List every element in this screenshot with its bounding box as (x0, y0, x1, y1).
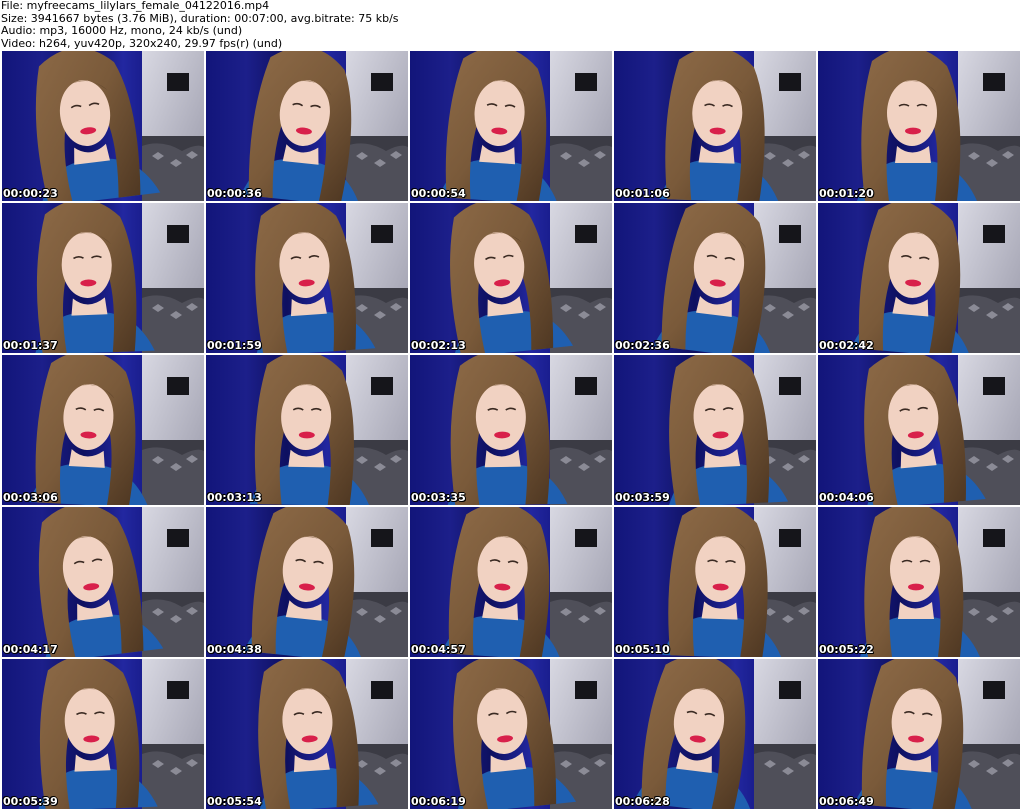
frame-image (410, 659, 612, 809)
video-thumbnail: 00:06:49 (818, 659, 1020, 809)
timestamp-label: 00:05:39 (3, 795, 58, 808)
timestamp-label: 00:03:06 (3, 491, 58, 504)
timestamp-label: 00:04:38 (207, 643, 262, 656)
timestamp-label: 00:04:57 (411, 643, 466, 656)
file-line: File: myfreecams_lilylars_female_0412201… (1, 0, 270, 12)
timestamp-label: 00:00:54 (411, 187, 466, 200)
timestamp-label: 00:05:22 (819, 643, 874, 656)
video-thumbnail: 00:04:57 (410, 507, 612, 657)
video-thumbnail: 00:02:42 (818, 203, 1020, 353)
video-thumbnail: 00:05:10 (614, 507, 816, 657)
frame-image (614, 51, 816, 201)
frame-image (2, 355, 204, 505)
frame-image (2, 507, 204, 657)
video-thumbnail: 00:03:06 (2, 355, 204, 505)
timestamp-label: 00:01:37 (3, 339, 58, 352)
frame-image (206, 51, 408, 201)
frame-image (206, 507, 408, 657)
timestamp-label: 00:00:23 (3, 187, 58, 200)
timestamp-label: 00:05:54 (207, 795, 262, 808)
frame-image (410, 355, 612, 505)
frame-image (410, 507, 612, 657)
timestamp-label: 00:01:20 (819, 187, 874, 200)
timestamp-label: 00:06:49 (819, 795, 874, 808)
timestamp-label: 00:01:59 (207, 339, 262, 352)
video-thumbnail: 00:06:28 (614, 659, 816, 809)
frame-image (206, 355, 408, 505)
timestamp-label: 00:00:36 (207, 187, 262, 200)
video-thumbnail: 00:01:59 (206, 203, 408, 353)
timestamp-label: 00:02:13 (411, 339, 466, 352)
timestamp-label: 00:02:42 (819, 339, 874, 352)
video-thumbnail: 00:01:06 (614, 51, 816, 201)
frame-image (2, 659, 204, 809)
frame-image (818, 355, 1020, 505)
frame-image (818, 203, 1020, 353)
video-thumbnail: 00:03:13 (206, 355, 408, 505)
frame-image (818, 659, 1020, 809)
timestamp-label: 00:01:06 (615, 187, 670, 200)
video-thumbnail: 00:04:17 (2, 507, 204, 657)
timestamp-label: 00:05:10 (615, 643, 670, 656)
frame-image (614, 507, 816, 657)
video-thumbnail: 00:01:37 (2, 203, 204, 353)
video-thumbnail: 00:00:23 (2, 51, 204, 201)
audio-line: Audio: mp3, 16000 Hz, mono, 24 kb/s (und… (1, 24, 243, 37)
frame-image (410, 51, 612, 201)
timestamp-label: 00:06:28 (615, 795, 670, 808)
frame-image (818, 51, 1020, 201)
frame-image (614, 355, 816, 505)
video-thumbnail: 00:05:39 (2, 659, 204, 809)
timestamp-label: 00:06:19 (411, 795, 466, 808)
video-thumbnail: 00:01:20 (818, 51, 1020, 201)
timestamp-label: 00:03:35 (411, 491, 466, 504)
video-thumbnail: 00:03:35 (410, 355, 612, 505)
frame-image (2, 203, 204, 353)
video-line: Video: h264, yuv420p, 320x240, 29.97 fps… (1, 36, 283, 50)
thumbnail-grid: 00:00:23 00:00:36 00:00:54 00:01:06 00:0… (2, 51, 1022, 811)
timestamp-label: 00:03:59 (615, 491, 670, 504)
frame-image (614, 659, 816, 809)
video-thumbnail: 00:05:54 (206, 659, 408, 809)
video-thumbnail: 00:00:36 (206, 51, 408, 201)
video-thumbnail: 00:05:22 (818, 507, 1020, 657)
video-thumbnail: 00:04:06 (818, 355, 1020, 505)
frame-image (2, 51, 204, 201)
video-thumbnail: 00:04:38 (206, 507, 408, 657)
video-thumbnail: 00:03:59 (614, 355, 816, 505)
frame-image (818, 507, 1020, 657)
video-thumbnail: 00:06:19 (410, 659, 612, 809)
timestamp-label: 00:04:17 (3, 643, 58, 656)
file-info-header: File: myfreecams_lilylars_female_0412201… (0, 0, 1024, 51)
video-thumbnail: 00:00:54 (410, 51, 612, 201)
frame-image (206, 659, 408, 809)
frame-image (410, 203, 612, 353)
video-thumbnail: 00:02:36 (614, 203, 816, 353)
timestamp-label: 00:04:06 (819, 491, 874, 504)
frame-image (206, 203, 408, 353)
video-thumbnail: 00:02:13 (410, 203, 612, 353)
timestamp-label: 00:03:13 (207, 491, 262, 504)
timestamp-label: 00:02:36 (615, 339, 670, 352)
frame-image (614, 203, 816, 353)
